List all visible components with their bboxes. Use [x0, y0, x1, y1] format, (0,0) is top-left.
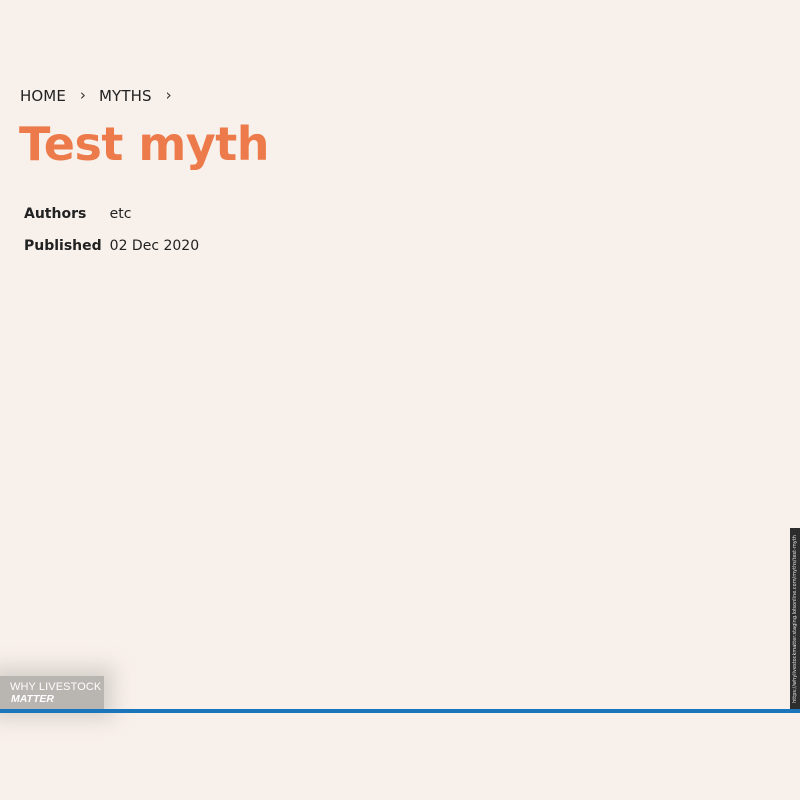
article-meta: Authors etc Published 02 Dec 2020 — [24, 198, 199, 262]
breadcrumb: HOME › MYTHS › — [20, 86, 185, 105]
breadcrumb-myths-link[interactable]: MYTHS — [99, 87, 152, 105]
page: HOME › MYTHS › Test myth Authors etc Pub… — [0, 0, 800, 800]
breadcrumb-home-link[interactable]: HOME — [20, 87, 66, 105]
page-url-text: https://whylivestockmatter.staging.lolso… — [792, 534, 798, 703]
page-title: Test myth — [19, 117, 270, 171]
published-date: 02 Dec 2020 — [109, 238, 200, 254]
logo-line1: WHY LIVESTOCK — [10, 681, 102, 693]
url-strip: https://whylivestockmatter.staging.lolso… — [790, 528, 800, 709]
meta-row-published: Published 02 Dec 2020 — [24, 230, 199, 262]
meta-row-authors: Authors etc — [24, 198, 199, 230]
logo-line2: MATTER — [11, 693, 54, 705]
chevron-right-icon: › — [165, 86, 172, 104]
published-label: Published — [24, 238, 102, 254]
site-logo[interactable]: WHY LIVESTOCK MATTER — [0, 676, 104, 709]
accent-divider — [0, 709, 800, 713]
chevron-right-icon: › — [79, 86, 87, 104]
authors-label: Authors — [24, 206, 87, 222]
authors-value: etc — [109, 206, 132, 222]
